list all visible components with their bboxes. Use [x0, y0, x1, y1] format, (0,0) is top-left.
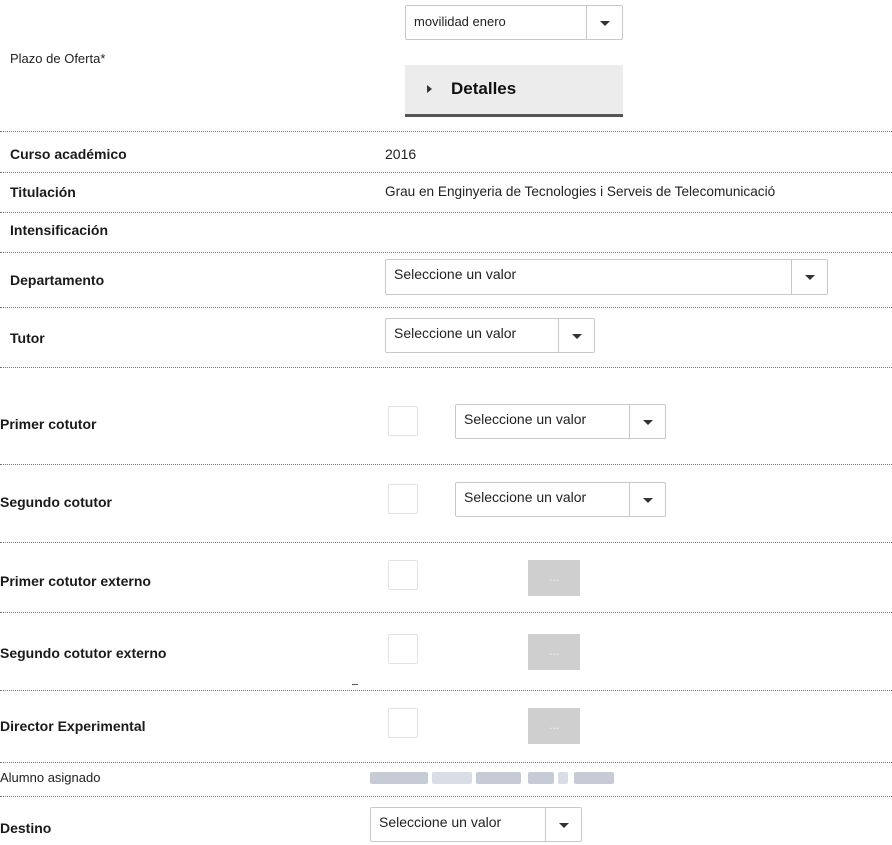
divider — [0, 252, 892, 253]
redacted-block — [574, 772, 614, 784]
details-button[interactable]: Detalles — [405, 65, 623, 117]
primer-cotutor-externo-label: Primer cotutor externo — [0, 573, 151, 589]
divider — [0, 307, 892, 308]
divider — [0, 212, 892, 213]
redacted-block — [432, 772, 472, 784]
tutor-selected-value: Seleccione un valor — [394, 325, 517, 341]
divider — [0, 367, 892, 368]
divider — [0, 612, 892, 613]
destino-select[interactable]: Seleccione un valor — [370, 807, 582, 842]
director-experimental-lookup-button[interactable]: ... — [528, 708, 580, 744]
divider — [0, 762, 892, 763]
destino-label: Destino — [0, 820, 52, 836]
segundo-cotutor-selected-value: Seleccione un valor — [464, 489, 587, 505]
departamento-label: Departamento — [10, 272, 105, 288]
redacted-block — [370, 772, 428, 784]
divider — [0, 542, 892, 543]
director-experimental-label: Director Experimental — [0, 718, 146, 734]
departamento-selected-value: Seleccione un valor — [394, 266, 517, 282]
caret-right-icon — [427, 85, 432, 93]
segundo-cotutor-externo-checkbox[interactable] — [388, 634, 418, 664]
details-button-label: Detalles — [451, 79, 517, 98]
departamento-select[interactable]: Seleccione un valor — [385, 259, 828, 295]
primer-cotutor-externo-checkbox[interactable] — [388, 560, 418, 590]
chevron-down-icon[interactable] — [545, 808, 581, 841]
divider — [0, 131, 892, 132]
plazo-de-oferta-select[interactable]: movilidad enero — [405, 5, 623, 40]
plazo-de-oferta-label: Plazo de Oferta* — [10, 51, 106, 66]
tutor-label: Tutor — [10, 330, 45, 346]
director-experimental-checkbox[interactable] — [388, 708, 418, 738]
tutor-select[interactable]: Seleccione un valor — [385, 318, 595, 353]
segundo-cotutor-select[interactable]: Seleccione un valor — [455, 482, 666, 517]
chevron-down-icon[interactable] — [558, 319, 594, 352]
divider — [0, 464, 892, 465]
primer-cotutor-selected-value: Seleccione un valor — [464, 411, 587, 427]
chevron-down-icon[interactable] — [629, 405, 665, 438]
segundo-cotutor-label: Segundo cotutor — [0, 494, 112, 510]
segundo-cotutor-checkbox[interactable] — [388, 484, 418, 514]
destino-selected-value: Seleccione un valor — [379, 814, 502, 830]
primer-cotutor-label: Primer cotutor — [0, 416, 97, 432]
chevron-down-icon[interactable] — [586, 6, 622, 39]
chevron-down-icon[interactable] — [791, 260, 827, 294]
primer-cotutor-checkbox[interactable] — [388, 406, 418, 436]
curso-academico-label: Curso académico — [10, 146, 127, 162]
alumno-asignado-label: Alumno asignado — [0, 770, 101, 785]
segundo-cotutor-externo-label: Segundo cotutor externo — [0, 645, 167, 661]
separator-mark — [352, 684, 358, 685]
redacted-block — [528, 772, 554, 784]
segundo-cotutor-externo-lookup-button[interactable]: ... — [528, 634, 580, 670]
titulacion-value: Grau en Enginyeria de Tecnologies i Serv… — [385, 184, 776, 199]
divider — [0, 172, 892, 173]
divider — [0, 796, 892, 797]
curso-academico-value: 2016 — [385, 146, 417, 162]
chevron-down-icon[interactable] — [629, 483, 665, 516]
redacted-block — [558, 772, 568, 784]
divider — [0, 690, 892, 691]
primer-cotutor-externo-lookup-button[interactable]: ... — [528, 560, 580, 596]
intensificacion-label: Intensificación — [10, 222, 109, 238]
primer-cotutor-select[interactable]: Seleccione un valor — [455, 404, 666, 439]
titulacion-label: Titulación — [10, 184, 76, 200]
redacted-block — [476, 772, 521, 784]
plazo-de-oferta-selected-value: movilidad enero — [414, 14, 506, 29]
